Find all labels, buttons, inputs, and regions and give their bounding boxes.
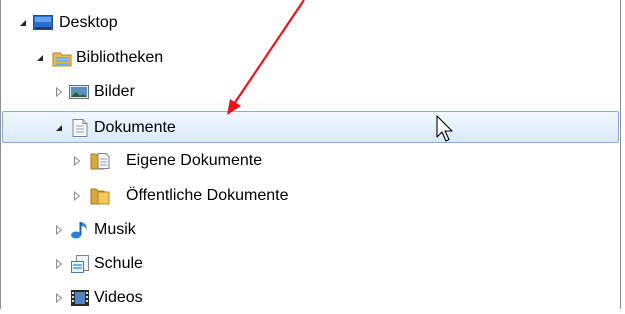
expanded-arrow-icon[interactable] (52, 112, 66, 144)
tree-item-label: Musik (94, 221, 136, 238)
tree-item-musik[interactable]: Musik (2, 214, 619, 246)
documents-library-icon (70, 119, 90, 137)
tree-item-schule[interactable]: Schule (2, 248, 619, 280)
tree-item-label: Bibliotheken (76, 49, 164, 66)
tree-item-desktop[interactable]: Desktop (2, 7, 619, 39)
pictures-library-icon (69, 83, 89, 101)
collapsed-arrow-icon[interactable] (52, 214, 66, 246)
collapsed-arrow-icon[interactable] (52, 282, 66, 314)
tree-item-label: Desktop (59, 14, 118, 31)
videos-library-icon (70, 289, 90, 307)
collapsed-arrow-icon[interactable] (70, 180, 84, 212)
mouse-pointer-icon (436, 115, 453, 142)
tree-item-label: Öffentliche Dokumente (126, 187, 289, 204)
tree-item-label: Schule (94, 255, 143, 272)
collapsed-arrow-icon[interactable] (52, 76, 66, 108)
tree-item-videos[interactable]: Videos (2, 282, 619, 314)
music-library-icon (70, 221, 90, 239)
collapsed-arrow-icon[interactable] (52, 248, 66, 280)
tree-item-label: Eigene Dokumente (126, 152, 263, 169)
tree-item-label: Videos (94, 289, 143, 306)
tree-item-eigene-dokumente[interactable]: Eigene Dokumente (2, 145, 619, 177)
tree-item-label: Dokumente (94, 119, 176, 136)
tree-item-oeffentliche-dokumente[interactable]: Öffentliche Dokumente (2, 180, 619, 212)
desktop-icon (33, 14, 53, 32)
expanded-arrow-icon[interactable] (33, 42, 47, 74)
tree-item-bilder[interactable]: Bilder (2, 76, 619, 108)
folder-icon (90, 187, 110, 205)
tree-item-bibliotheken[interactable]: Bibliotheken (2, 42, 619, 74)
tree-item-dokumente[interactable]: Dokumente (2, 111, 619, 143)
document-folder-icon (90, 152, 110, 170)
expanded-arrow-icon[interactable] (16, 7, 30, 39)
navigation-pane: Desktop Bibliotheken Bilder Dokumente Ei… (0, 0, 621, 309)
collapsed-arrow-icon[interactable] (70, 145, 84, 177)
tree-item-label: Bilder (94, 83, 135, 100)
libraries-icon (52, 49, 72, 67)
custom-library-icon (70, 255, 90, 273)
